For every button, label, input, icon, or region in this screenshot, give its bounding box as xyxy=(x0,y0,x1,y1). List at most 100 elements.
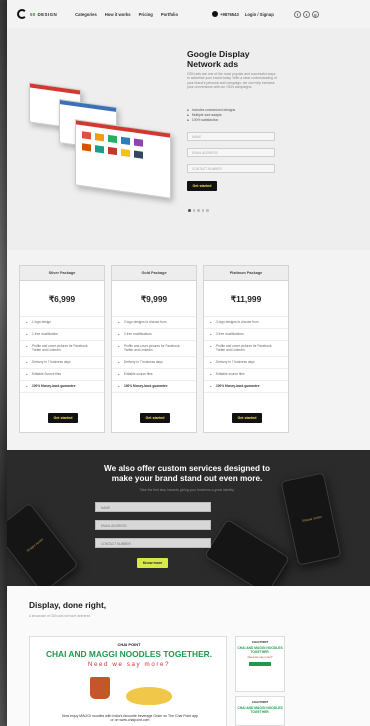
feature-item: 100% Money-back guarantee xyxy=(20,381,104,394)
phone-icon xyxy=(212,11,219,17)
carousel-dot[interactable] xyxy=(206,209,209,212)
feature-item: Profile and cover pictures for Facebook,… xyxy=(204,341,288,358)
feature-item: 2 logo designs to choose from xyxy=(112,317,196,330)
hero-bullet: 100% satisfaction xyxy=(187,118,235,123)
feature-item: 2 free modifications xyxy=(112,329,196,342)
side-ad-tagline: Need we say more? xyxy=(247,655,273,659)
mockup-brand-text: Shoppe Jumbo xyxy=(301,514,323,523)
ad-footer-text: Now enjoy MAGGI noodles with India's fav… xyxy=(61,714,198,723)
logo[interactable]: 50 DESIGN xyxy=(17,9,57,19)
feature-item: Editable source files xyxy=(204,369,288,382)
plan-name: Platinum Package xyxy=(204,266,288,281)
social-links: f t g xyxy=(293,10,319,18)
feature-item: Editable source files xyxy=(112,369,196,382)
carousel-dots xyxy=(188,209,209,212)
phone-mockup-right: Shoppe Jumbo xyxy=(280,472,342,566)
pricing-card-platinum: Platinum Package ₹11,999 3 logo designs … xyxy=(203,265,289,433)
main-nav: Categories How it works Pricing Portfoli… xyxy=(75,12,178,17)
google-plus-icon[interactable]: g xyxy=(311,10,319,18)
mockup-brand-text: Shoppe Jumbo xyxy=(25,537,45,553)
gdn-ad-banner[interactable]: CHAI POINT CHAI AND MAGGI NOODLES TOGETH… xyxy=(29,636,227,726)
services-contact-input[interactable]: CONTACT NUMBER xyxy=(95,538,211,548)
gdn-side-ad[interactable]: CHAI POINT CHAI AND MAGGI NOODLES TOGETH… xyxy=(235,636,285,692)
plan-name: Gold Package xyxy=(112,266,196,281)
ad-tagline: Need we say more? xyxy=(87,661,171,668)
login-signup-link[interactable]: Login / Signup xyxy=(245,12,274,17)
feature-item: Delivery in 7 business days xyxy=(112,357,196,370)
portfolio-section: Display, done right, A showcase of GDN a… xyxy=(7,586,370,726)
carousel-dot[interactable] xyxy=(201,209,204,212)
hero-bullets: Includes customized designs Multiple siz… xyxy=(187,108,235,123)
hero-section: Google Display Network ads GDN ads are o… xyxy=(7,28,370,250)
hero-contact-input[interactable]: CONTACT NUMBER xyxy=(187,164,275,173)
gdn-side-ad[interactable]: CHAI POINT CHAI AND MAGGI NOODLES TOGETH… xyxy=(235,696,285,726)
feature-item: 1 logo design xyxy=(20,317,104,330)
plan-features: 3 logo designs to choose from 3 free mod… xyxy=(204,316,288,394)
side-ad-brand: CHAI POINT xyxy=(251,700,269,704)
feature-item: 100% Money-back guarantee xyxy=(204,381,288,394)
left-edge-strip xyxy=(0,0,7,726)
services-subtitle: Take the first step towards giving your … xyxy=(139,488,235,492)
hero-email-input[interactable]: EMAIL ADDRESS xyxy=(187,148,275,157)
phone-contact[interactable]: +9876543 xyxy=(212,11,239,17)
hero-description: GDN ads are one of the most popular and … xyxy=(187,72,277,89)
hero-name-input[interactable]: NAME xyxy=(187,132,275,141)
feature-item: Profile and cover pictures for Facebook,… xyxy=(20,341,104,358)
feature-item: 3 logo designs to choose from xyxy=(204,317,288,330)
hero-device-mockups xyxy=(29,78,179,208)
logo-text: 50 DESIGN xyxy=(30,11,58,17)
pricing-card-silver: Silver Package ₹6,999 1 logo design 1 fr… xyxy=(19,265,105,433)
gold-get-started-button[interactable]: Get started xyxy=(140,413,170,423)
feature-item: 100% Money-back guarantee xyxy=(112,381,196,394)
services-name-input[interactable]: NAME xyxy=(95,502,211,512)
side-ad-headline: CHAI AND MAGGI NOODLES TOGETHER. xyxy=(237,646,283,654)
custom-services-section: Shoppe Jumbo Shoppe Jumbo We also offer … xyxy=(7,450,370,586)
phone-number: +9876543 xyxy=(220,11,239,17)
portfolio-title: Display, done right, xyxy=(29,600,107,610)
nav-item-portfolio[interactable]: Portfolio xyxy=(161,12,178,17)
feature-item: Profile and cover pictures for Facebook,… xyxy=(112,341,196,358)
mockup-screen xyxy=(75,119,171,199)
plan-price: ₹6,999 xyxy=(48,294,76,304)
carousel-dot[interactable] xyxy=(197,209,200,212)
services-title: We also offer custom services designed t… xyxy=(104,464,270,483)
nav-item-pricing[interactable]: Pricing xyxy=(139,12,153,17)
nav-item-categories[interactable]: Categories xyxy=(75,12,97,17)
side-ad-headline: CHAI AND MAGGI NOODLES TOGETHER. xyxy=(237,706,283,714)
logo-mark-icon xyxy=(17,9,27,19)
ad-headline: CHAI AND MAGGI NOODLES TOGETHER. xyxy=(45,649,213,659)
platinum-get-started-button[interactable]: Get started xyxy=(232,413,262,423)
phone-mockup-middle xyxy=(203,518,291,586)
plan-price: ₹11,999 xyxy=(230,294,262,304)
twitter-icon[interactable]: t xyxy=(302,10,310,18)
portfolio-subtitle: A showcase of GDN ads we have delivered xyxy=(29,614,91,618)
side-ad-brand: CHAI POINT xyxy=(251,640,269,644)
silver-get-started-button[interactable]: Get started xyxy=(48,413,78,423)
phone-mockup-left: Shoppe Jumbo xyxy=(7,502,79,586)
plan-name: Silver Package xyxy=(20,266,104,281)
carousel-dot[interactable] xyxy=(188,209,191,212)
carousel-dot[interactable] xyxy=(192,209,195,212)
know-more-button[interactable]: Know more xyxy=(137,558,168,568)
hero-title: Google Display Network ads xyxy=(187,49,250,69)
hero-get-started-button[interactable]: Get started xyxy=(187,181,217,191)
pricing-card-gold: Gold Package ₹9,999 2 logo designs to ch… xyxy=(111,265,197,433)
feature-item: 1 free modification xyxy=(20,329,104,342)
site-header: 50 DESIGN Categories How it works Pricin… xyxy=(7,0,370,28)
plan-features: 1 logo design 1 free modification Profil… xyxy=(20,316,104,394)
tea-cup-image xyxy=(90,677,110,699)
feature-item: Delivery in 7 business days xyxy=(20,357,104,370)
feature-item: Editable Source files xyxy=(20,369,104,382)
facebook-icon[interactable]: f xyxy=(293,10,301,18)
feature-item: 3 free modifications xyxy=(204,329,288,342)
feature-item: Delivery in 7 business days xyxy=(204,357,288,370)
nav-item-how-it-works[interactable]: How it works xyxy=(105,12,131,17)
ad-brand: CHAI POINT xyxy=(117,642,141,647)
noodle-bowl-image xyxy=(126,687,172,705)
landing-page: 50 DESIGN Categories How it works Pricin… xyxy=(7,0,370,726)
plan-features: 2 logo designs to choose from 2 free mod… xyxy=(112,316,196,394)
side-ad-button xyxy=(249,662,271,666)
plan-price: ₹9,999 xyxy=(140,294,168,304)
services-email-input[interactable]: EMAIL ADDRESS xyxy=(95,520,211,530)
pricing-section: Silver Package ₹6,999 1 logo design 1 fr… xyxy=(7,250,370,450)
